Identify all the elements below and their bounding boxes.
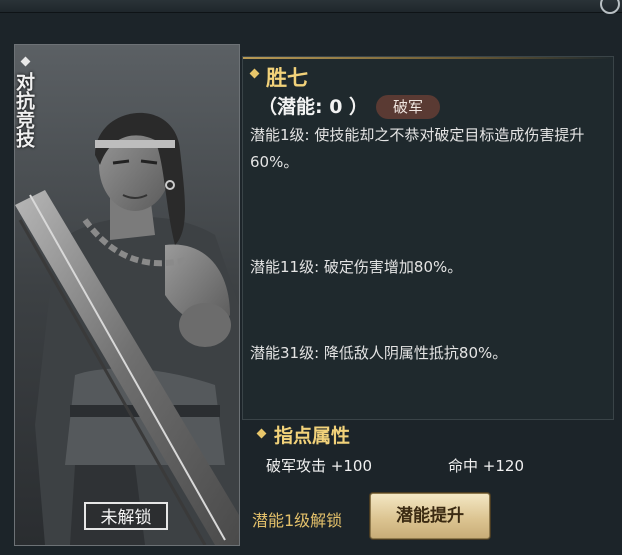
potential-desc-1: 潜能1级: 使技能却之不恭对破定目标造成伤害提升60%。 xyxy=(250,126,585,171)
hero-portrait-card[interactable] xyxy=(14,44,240,546)
diamond-icon xyxy=(256,428,267,439)
upgrade-potential-button[interactable]: 潜能提升 xyxy=(370,493,490,539)
unlock-requirement: 潜能1级解锁 xyxy=(252,511,343,530)
stat-break-attack: 破军攻击 +100 xyxy=(266,455,372,476)
potential-desc-2: 潜能11级: 破定伤害增加80%。 xyxy=(250,258,463,276)
stat-value: +100 xyxy=(330,457,372,475)
potential-level: （潜能: 0 ） xyxy=(258,96,369,118)
hero-portrait-image xyxy=(15,45,239,545)
class-tag: 破军 xyxy=(376,95,440,119)
stat-label: 破军攻击 xyxy=(266,457,327,475)
attributes-title: 指点属性 xyxy=(274,425,351,447)
top-bar xyxy=(0,0,622,14)
stat-value: +120 xyxy=(482,457,524,475)
potential-desc-3: 潜能31级: 降低敌人阴属性抵抗80%。 xyxy=(250,344,508,362)
hero-name: 胜七 xyxy=(266,66,308,90)
stat-hit: 命中 +120 xyxy=(448,455,524,476)
ring-icon xyxy=(600,0,620,14)
stat-label: 命中 xyxy=(448,457,479,475)
mode-label: 对抗竞技 xyxy=(13,72,35,148)
panel-divider xyxy=(243,57,613,59)
lock-status-badge: 未解锁 xyxy=(84,502,168,530)
